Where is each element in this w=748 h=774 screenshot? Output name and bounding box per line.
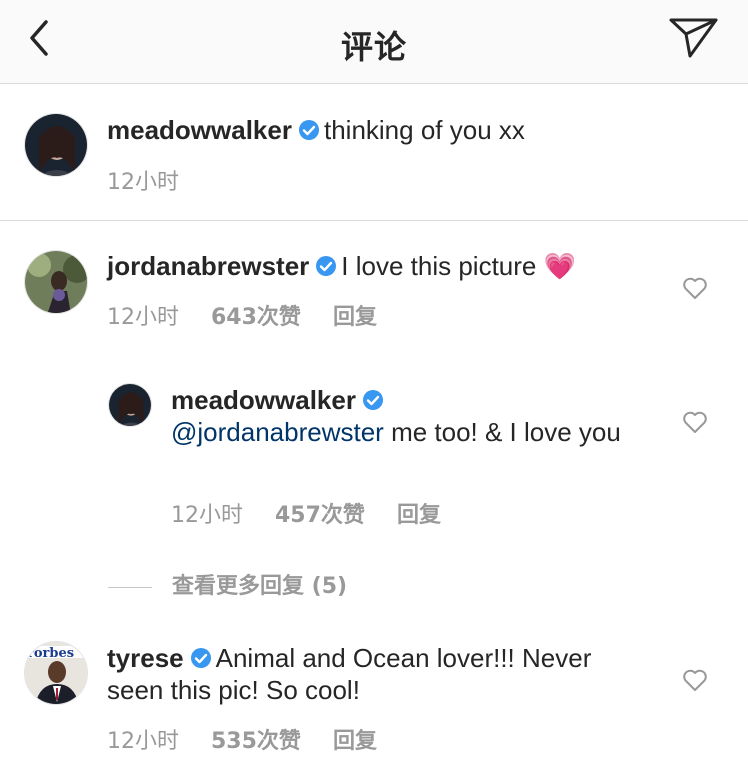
verified-badge-icon <box>316 256 337 276</box>
comment-meta: 12小时 535次赞 回复 <box>107 723 409 755</box>
reply-body: me too! & I love you <box>391 417 621 447</box>
caption-section: meadowwalker thinking of you xx 12小时 <box>0 84 748 221</box>
reply-button[interactable]: 回复 <box>333 305 377 330</box>
caption-time: 12小时 <box>107 170 179 195</box>
avatar[interactable] <box>108 383 152 427</box>
divider-line <box>108 586 152 588</box>
page-title: 评论 <box>340 28 407 66</box>
heart-icon[interactable] <box>682 410 708 434</box>
top-bar: 评论 <box>0 0 748 84</box>
reply-text: meadowwalker @jordanabrewster me too! & I… <box>171 384 641 448</box>
reply-meta: 12小时 457次赞 回复 <box>171 497 473 529</box>
comment-text: tyrese Animal and Ocean lover!!! Never se… <box>107 642 627 706</box>
comment-time: 12小时 <box>107 729 179 754</box>
avatar[interactable] <box>24 113 88 177</box>
verified-badge-icon <box>190 648 211 668</box>
comment-time: 12小时 <box>107 305 179 330</box>
caption-body: thinking of you xx <box>323 115 525 145</box>
avatar[interactable] <box>24 250 88 314</box>
caption-meta: 12小时 <box>107 164 211 196</box>
svg-text:rorbes: rorbes <box>27 646 74 661</box>
likes-count[interactable]: 457次赞 <box>275 503 365 528</box>
reply-time: 12小时 <box>171 503 243 528</box>
pink-heart-emoji: 💗 <box>543 252 576 282</box>
caption-username[interactable]: meadowwalker <box>107 115 292 145</box>
heart-icon[interactable] <box>682 276 708 300</box>
verified-badge-icon <box>362 390 383 410</box>
reply-username[interactable]: meadowwalker <box>171 385 356 415</box>
heart-icon[interactable] <box>682 668 708 692</box>
reply-button[interactable]: 回复 <box>333 729 377 754</box>
reply-button[interactable]: 回复 <box>397 503 441 528</box>
view-more-replies[interactable]: 查看更多回复 (5) <box>108 568 347 600</box>
comment-meta: 12小时 643次赞 回复 <box>107 299 409 331</box>
comment-body: I love this picture <box>341 251 537 281</box>
likes-count[interactable]: 535次赞 <box>211 729 301 754</box>
likes-count[interactable]: 643次赞 <box>211 305 301 330</box>
avatar[interactable]: rorbes <box>24 641 88 705</box>
mention-link[interactable]: @jordanabrewster <box>171 417 384 447</box>
comment-username[interactable]: tyrese <box>107 643 184 673</box>
comment-username[interactable]: jordanabrewster <box>107 251 309 281</box>
view-more-replies-label: 查看更多回复 (5) <box>172 574 348 599</box>
send-icon <box>669 18 718 58</box>
send-button[interactable] <box>668 14 720 62</box>
caption-text: meadowwalker thinking of you xx <box>107 114 707 146</box>
verified-badge-icon <box>298 120 319 140</box>
comment-text: jordanabrewster I love this picture 💗 <box>107 250 667 283</box>
